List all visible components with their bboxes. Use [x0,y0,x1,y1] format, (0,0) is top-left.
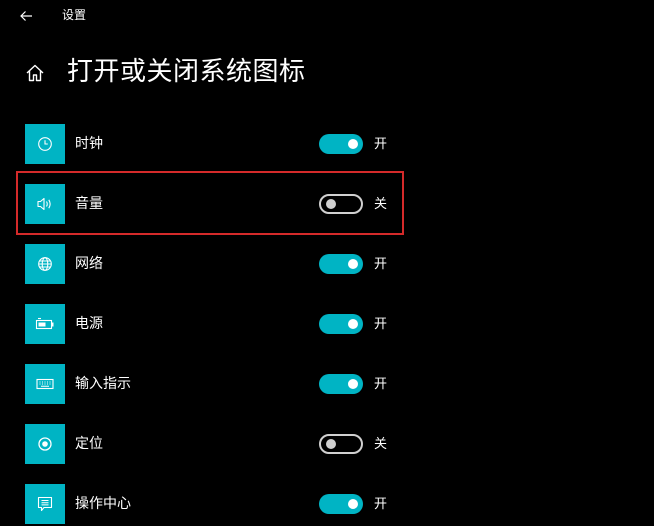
toggle-state-text: 开 [374,137,388,152]
row-label: 定位 [75,436,103,452]
row-icon-tile [25,484,65,524]
toggle-state-text: 关 [374,197,388,212]
action-center-toggle[interactable] [319,494,363,514]
row-label: 音量 [75,196,103,212]
network-toggle[interactable] [319,254,363,274]
clock-toggle[interactable] [319,134,363,154]
row-label: 操作中心 [75,496,131,512]
back-arrow-icon [20,11,32,21]
row-label: 电源 [75,316,103,332]
toggle-knob [348,499,358,509]
back-button[interactable] [12,2,40,30]
globe-icon [38,257,52,271]
location-icon [38,437,52,451]
volume-toggle[interactable] [319,194,363,214]
input-indicator-toggle[interactable] [319,374,363,394]
page-title: 打开或关闭系统图标 [67,57,306,87]
toggle-state-text: 关 [374,437,388,452]
system-icon-row-input-indicator: 输入指示 开 [25,364,405,404]
action-center-icon [37,496,53,512]
system-icon-row-power: 电源 开 [25,304,405,344]
toggle-knob [348,319,358,329]
toggle-knob [326,439,336,449]
system-icon-row-volume: 音量 关 [25,184,405,224]
row-icon-tile [25,424,65,464]
toggle-state-text: 开 [374,497,388,512]
row-icon-tile [25,364,65,404]
title-bar: 设置 [0,0,654,32]
row-label: 时钟 [75,136,103,152]
row-icon-tile [25,124,65,164]
row-label: 输入指示 [75,376,131,392]
toggle-state-text: 开 [374,257,388,272]
row-icon-tile [25,184,65,224]
toggle-knob [348,139,358,149]
toggle-state-text: 开 [374,317,388,332]
location-toggle[interactable] [319,434,363,454]
system-icon-row-location: 定位 关 [25,424,405,464]
toggle-knob [348,379,358,389]
row-icon-tile [25,304,65,344]
toggle-knob [348,259,358,269]
system-icon-row-action-center: 操作中心 开 [25,484,405,524]
system-icon-row-clock: 时钟 开 [25,124,405,164]
toggle-state-text: 开 [374,377,388,392]
home-button[interactable] [20,58,50,88]
home-icon [26,64,44,82]
volume-icon [37,197,51,211]
clock-icon [38,137,52,151]
battery-icon [35,317,54,330]
system-icon-row-network: 网络 开 [25,244,405,284]
row-icon-tile [25,244,65,284]
row-label: 网络 [75,256,103,272]
toggle-knob [326,199,336,209]
power-toggle[interactable] [319,314,363,334]
window-title: 设置 [62,8,87,22]
keyboard-icon [36,378,54,390]
